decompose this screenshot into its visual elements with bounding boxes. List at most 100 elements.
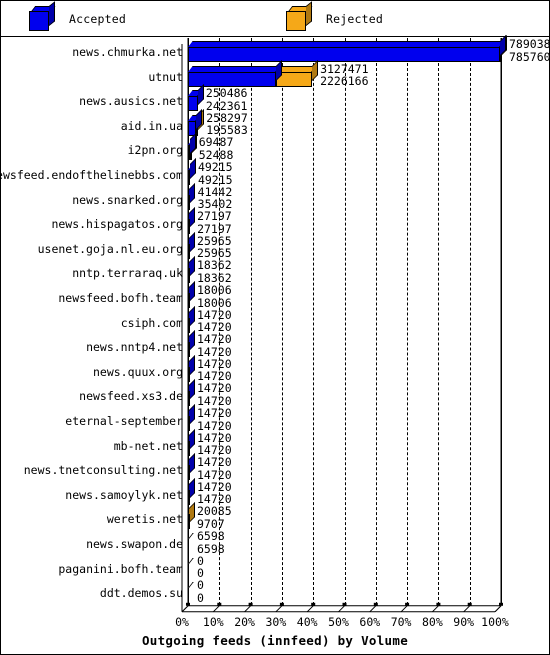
x-tick-label: 80% [422, 614, 443, 629]
category-label: newsfeed.bofh.team [58, 291, 183, 305]
bar-value-labels: 14720 14720 [197, 382, 232, 407]
bar-segment-accepted[interactable] [188, 182, 196, 210]
total-value-label: 250486 [205, 86, 248, 101]
bar-front-face [188, 243, 190, 259]
category-label: news.chmurka.net [72, 45, 183, 59]
bar-segment-empty [188, 557, 194, 579]
bar-value-labels: 14720 14720 [197, 432, 232, 457]
category-label: mb-net.net [113, 438, 183, 453]
total-value-label: 14720 [197, 406, 232, 420]
bar-segment-accepted[interactable] [188, 84, 204, 112]
x-tick-label: 50% [328, 614, 349, 629]
bar-segment-accepted[interactable] [188, 404, 195, 431]
bar-side-face [189, 182, 196, 204]
category-label: weretis.net [106, 512, 183, 527]
chart-row: news.ausics.net 250486 242361 [1, 84, 549, 115]
bar-front-face [188, 342, 190, 358]
bar-segment-accepted[interactable] [188, 256, 195, 284]
chart-row: news.snarked.org 41442 35402 [1, 182, 549, 214]
cube-side-face [306, 1, 312, 26]
bar-segment-empty [188, 533, 194, 554]
total-value-label: 49215 [197, 160, 233, 174]
category-label: news.quux.org [92, 364, 183, 379]
bar-segment-accepted[interactable] [188, 453, 195, 481]
category-label: news.swapon.de [86, 537, 183, 551]
legend-item-rejected: Rejected [286, 1, 383, 37]
x-tick-label: 90% [453, 614, 475, 629]
x-axis-tick-labels: 0% 10% 20% 30% 40% 50% 60% 70% 80% 90% 100% [1, 615, 549, 635]
bar-front-face [188, 219, 190, 235]
chart-row: news.swapon.de 6598 6598 [1, 530, 549, 558]
bar-value-labels: 14720 14720 [197, 358, 232, 383]
x-tick-label: 40% [296, 614, 318, 629]
bar-segment-accepted[interactable] [188, 158, 196, 185]
chart-row: aid.in.ua 258297 195583 [1, 108, 549, 140]
chart-legend: Accepted Rejected [1, 1, 549, 37]
chart-row: newsfeed.endofthelinebbs.com 49215 49215 [0, 158, 549, 189]
bar-value-labels: 3127471 2226166 [320, 63, 368, 88]
bar-segment-accepted[interactable] [188, 231, 196, 259]
chart-row: newsfeed.xs3.de 14720 14720 [1, 379, 549, 410]
bar-value-labels: 00 [197, 555, 204, 580]
bar-segment-accepted[interactable] [188, 379, 195, 407]
chart-row: news.nntp4.net 14720 14720 [1, 330, 549, 361]
x-tick-label: 20% [234, 614, 255, 629]
bar-segment-accepted[interactable] [188, 35, 506, 62]
bar-front-face [188, 489, 190, 505]
bar-front-face [188, 145, 191, 161]
chart-row: i2pn.org 69487 52488 [1, 133, 549, 164]
bar-value-labels: 69487 52488 [199, 136, 234, 161]
category-label: usenet.goja.nl.eu.org [37, 241, 183, 256]
bar-segment-accepted[interactable] [188, 59, 283, 87]
cube-icon-accepted [29, 1, 57, 32]
bar-value-labels: 14720 14720 [197, 309, 232, 334]
chart-row: weretis.net 20085 9707 [1, 502, 549, 533]
accepted-value-label: 0 [197, 590, 204, 605]
bar-segment-accepted[interactable] [188, 477, 195, 505]
bar-segment-accepted[interactable] [188, 354, 195, 382]
category-label: aid.in.ua [120, 118, 183, 133]
category-label: news.hispagatos.org [51, 217, 183, 232]
bar-value-labels: 14720 14720 [197, 333, 232, 358]
bar-segment-accepted[interactable] [188, 133, 197, 161]
bar-value-labels: 27197 27197 [197, 210, 232, 235]
bar-front-face [188, 514, 191, 530]
total-value-label: 7890385 [509, 37, 550, 51]
category-label: news.nntp4.net [86, 340, 183, 355]
bar-front-face [188, 465, 190, 481]
bar-front-face [188, 366, 190, 382]
plot-area: news.chmurka.net 78903857857601 utnut 31274… [0, 35, 550, 654]
bar-front-face [188, 416, 190, 431]
bar-segment-accepted[interactable] [188, 330, 195, 358]
bar-segment-accepted[interactable] [188, 428, 195, 456]
bar-value-labels: 14720 14720 [197, 456, 232, 481]
total-value-label: 0 [197, 578, 204, 593]
chart-canvas: Accepted Rejected news.chmurka.net 789038… [0, 0, 550, 655]
legend-label-rejected: Rejected [326, 12, 383, 26]
chart-row: csiph.com 14720 14720 [1, 305, 549, 337]
x-axis-title: Outgoing feeds (innfeed) by Volume [141, 632, 409, 648]
bar-value-labels: 6598 6598 [197, 530, 225, 555]
category-label: newsfeed.endofthelinebbs.com [0, 168, 183, 182]
category-label: news.tnetconsulting.net [23, 463, 183, 478]
bar-value-labels: 258297 195583 [206, 112, 248, 137]
category-label: csiph.com [120, 315, 183, 330]
chart-row: news.quux.org 14720 14720 [1, 354, 549, 386]
bar-segment-accepted[interactable] [188, 305, 195, 333]
cube-front-face [29, 11, 49, 31]
chart-row: news.hispagatos.org 27197 27197 [1, 207, 549, 238]
x-tick-label: 10% [202, 614, 224, 629]
bar-segment-accepted[interactable] [188, 281, 195, 308]
bar-front-face [188, 96, 198, 112]
bar-front-face [188, 47, 500, 62]
x-tick-label: 70% [390, 614, 412, 629]
x-tick-label: 30% [265, 614, 287, 629]
x-tick-label: 100% [481, 614, 509, 629]
bar-top-face [188, 582, 194, 589]
bar-segment-accepted[interactable] [188, 207, 196, 235]
x-tick-label: 0% [175, 614, 189, 629]
bar-value-labels: 25965 25965 [197, 235, 232, 260]
bar-front-face [188, 194, 190, 210]
bar-value-labels: 00 [197, 579, 204, 604]
accepted-value-label: 7857601 [509, 49, 550, 64]
